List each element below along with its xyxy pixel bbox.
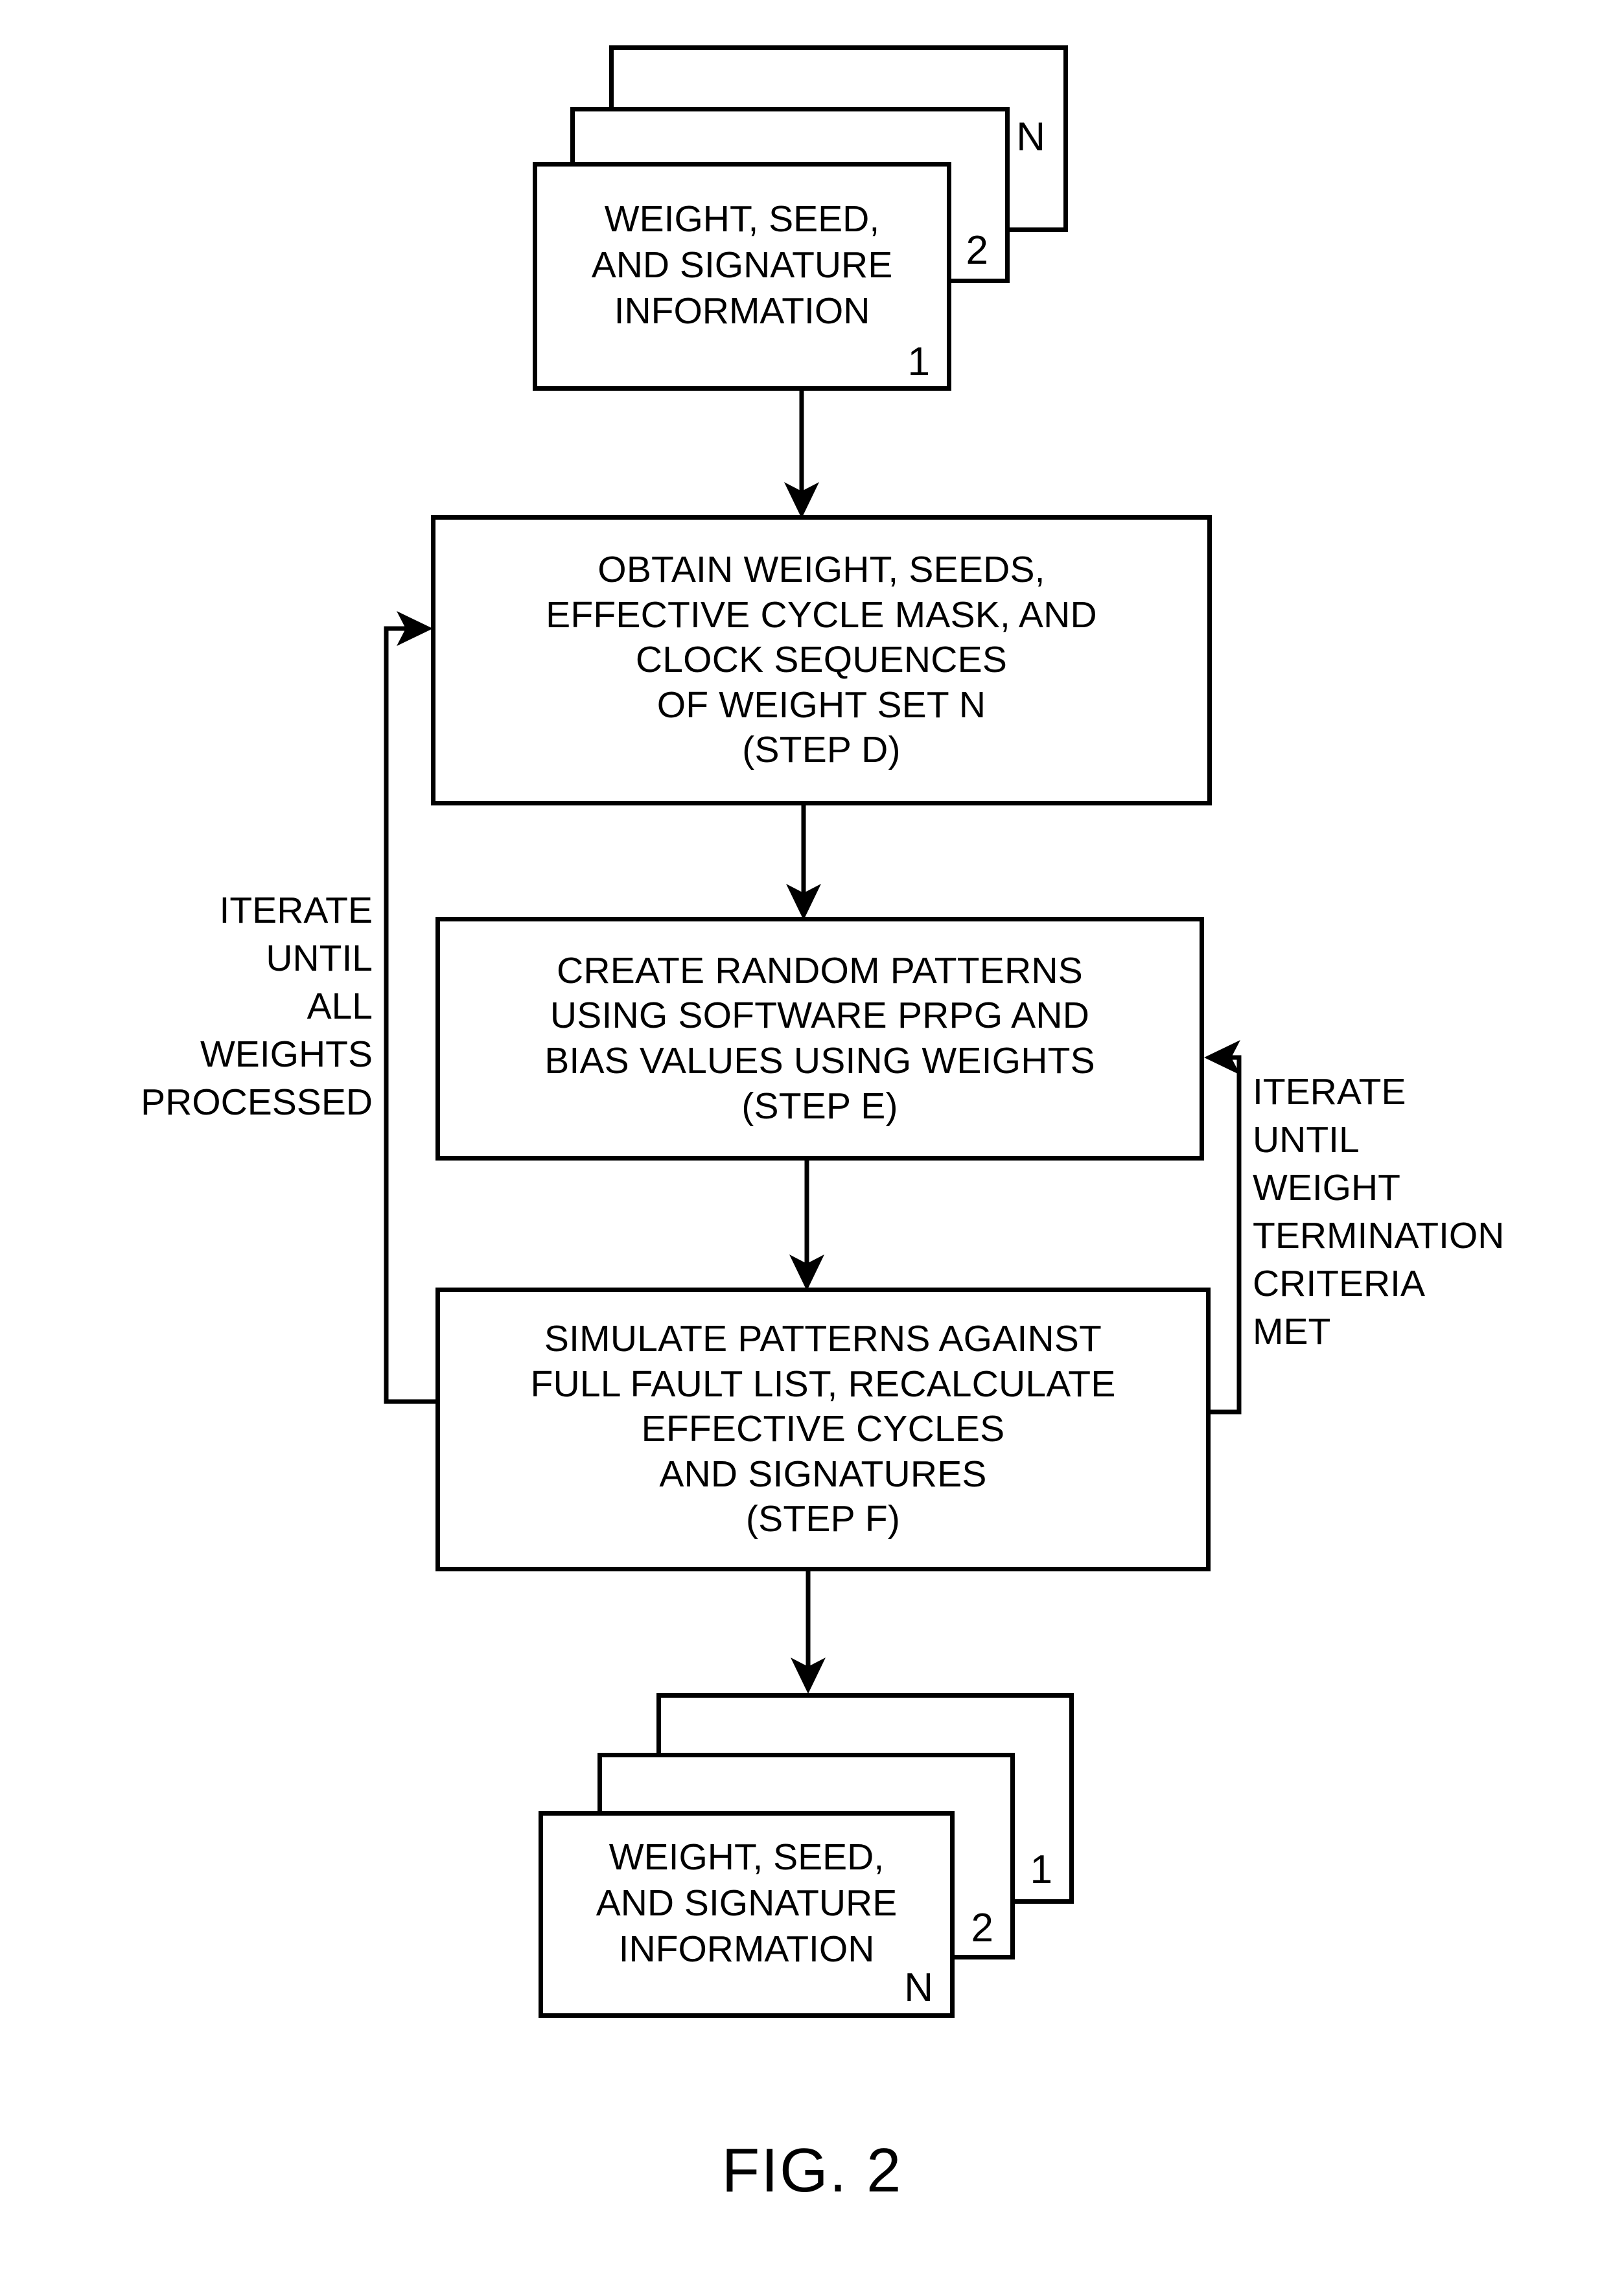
step-f-box: SIMULATE PATTERNS AGAINST FULL FAULT LIS… (435, 1288, 1211, 1571)
bottom-stack-front-index: N (904, 1965, 933, 2010)
arrowhead-step-f-to-output (791, 1658, 826, 1694)
top-stack-middle-index: 2 (966, 228, 988, 273)
right-loop-label: ITERATE UNTIL WEIGHT TERMINATION CRITERI… (1253, 1071, 1505, 1353)
step-e-box: CREATE RANDOM PATTERNS USING SOFTWARE PR… (435, 917, 1204, 1161)
step-d-box: OBTAIN WEIGHT, SEEDS, EFFECTIVE CYCLE MA… (431, 515, 1212, 805)
left-loop-label: ITERATE UNTIL ALL WEIGHTS PROCESSED (141, 890, 373, 1124)
arrowhead-step-e-to-step-f (789, 1254, 824, 1291)
left-feedback-loop-path (384, 626, 437, 1404)
bottom-stack-front-box: WEIGHT, SEED, AND SIGNATURE INFORMATION … (539, 1811, 955, 2018)
step-f-text: SIMULATE PATTERNS AGAINST FULL FAULT LIS… (530, 1318, 1116, 1540)
top-stack-front-box: WEIGHT, SEED, AND SIGNATURE INFORMATION … (533, 162, 951, 391)
arrowhead-left-feedback-loop (397, 611, 433, 646)
step-e-text: CREATE RANDOM PATTERNS USING SOFTWARE PR… (544, 949, 1095, 1127)
top-stack-front-index: 1 (907, 340, 930, 384)
top-stack-front-text: WEIGHT, SEED, AND SIGNATURE INFORMATION (591, 198, 893, 332)
bottom-stack-back-index: 1 (1030, 1847, 1052, 1892)
right-feedback-loop-path (1207, 1055, 1242, 1415)
arrowhead-step-d-to-step-e (786, 884, 821, 920)
arrowhead-right-feedback-loop (1204, 1040, 1240, 1075)
bottom-stack-front-text: WEIGHT, SEED, AND SIGNATURE INFORMATION (596, 1836, 898, 1970)
top-stack-back-index: N (1016, 115, 1045, 159)
patent-figure-2: N 2 WEIGHT, SEED, AND SIGNATURE INFORMAT… (0, 0, 1624, 2277)
bottom-stack-middle-index: 2 (971, 1906, 993, 1950)
step-d-text: OBTAIN WEIGHT, SEEDS, EFFECTIVE CYCLE MA… (546, 549, 1097, 771)
figure-caption: FIG. 2 (721, 2136, 903, 2205)
arrowhead-input-to-step-d (784, 482, 819, 518)
